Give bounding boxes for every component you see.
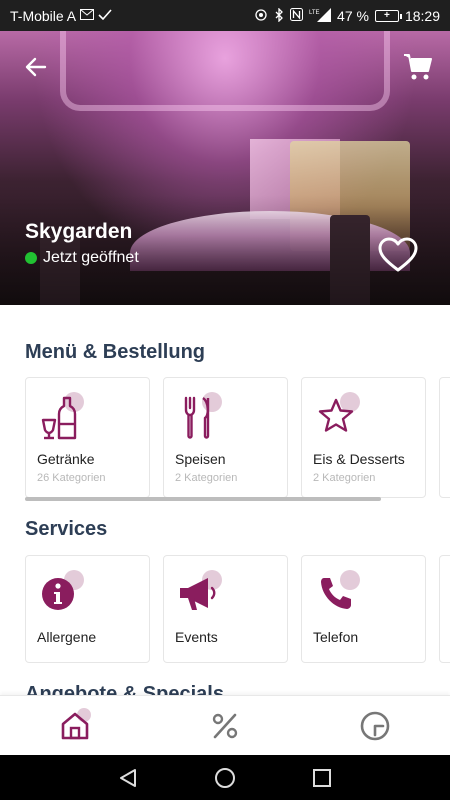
open-status: Jetzt geöffnet xyxy=(25,249,139,267)
battery-percent: 47 % xyxy=(337,7,369,24)
megaphone-icon-wrap xyxy=(178,570,222,614)
open-status-dot xyxy=(25,252,37,264)
system-nav-bar xyxy=(0,755,450,800)
menu-card-label: Speisen xyxy=(175,451,226,467)
hotspot-icon xyxy=(254,8,268,24)
menu-cards-row[interactable]: Getränke 26 Kategorien Speisen 2 Kategor… xyxy=(25,377,450,498)
service-card-label: Telefon xyxy=(313,629,359,645)
service-card-events[interactable]: Events xyxy=(163,555,288,663)
service-card-label: Events xyxy=(175,629,218,645)
heart-icon xyxy=(378,237,418,272)
cutlery-icon-wrap xyxy=(178,392,222,439)
horizontal-scrollbar[interactable] xyxy=(25,497,381,501)
triangle-back-icon xyxy=(120,768,137,787)
nfc-icon xyxy=(290,8,304,23)
battery-icon: + xyxy=(374,9,402,22)
menu-card-desserts[interactable]: Eis & Desserts 2 Kategorien xyxy=(301,377,426,498)
nav-offers[interactable] xyxy=(185,696,265,756)
cart-button[interactable] xyxy=(398,47,438,87)
main-content[interactable]: Menü & Bestellung Getränke 26 Kategorien xyxy=(0,305,450,695)
info-icon-wrap xyxy=(40,570,84,614)
status-bar: T-Mobile A LTE 47 % + 18:29 xyxy=(0,0,450,31)
percent-icon xyxy=(212,713,238,738)
clock-time: 18:29 xyxy=(404,7,440,24)
carrier-label: T-Mobile A xyxy=(10,7,77,24)
nav-history[interactable] xyxy=(335,696,415,756)
star-icon-wrap xyxy=(316,392,360,436)
service-card-phone[interactable]: Telefon xyxy=(301,555,426,663)
menu-card-drinks[interactable]: Getränke 26 Kategorien xyxy=(25,377,150,498)
services-section-title: Services xyxy=(25,518,108,540)
clock-icon xyxy=(360,711,390,740)
menu-card-sub: 2 Kategorien xyxy=(175,472,238,484)
menu-card-label: Eis & Desserts xyxy=(313,451,405,467)
bottom-nav xyxy=(0,695,450,755)
menu-card-food[interactable]: Speisen 2 Kategorien xyxy=(163,377,288,498)
megaphone-icon xyxy=(180,578,216,610)
drinks-icon xyxy=(41,396,77,440)
phone-icon-wrap xyxy=(316,570,360,614)
cutlery-icon xyxy=(184,396,210,439)
menu-card-sub: 2 Kategorien xyxy=(313,472,376,484)
system-back-button[interactable] xyxy=(108,758,148,798)
network-label: LTE xyxy=(309,10,320,16)
service-card-allergens[interactable]: Allergene xyxy=(25,555,150,663)
signal-icon: LTE xyxy=(309,7,332,24)
menu-section-title: Menü & Bestellung xyxy=(25,341,206,363)
drinks-icon-wrap xyxy=(40,392,84,440)
info-icon xyxy=(42,578,74,610)
menu-card-sub: 26 Kategorien xyxy=(37,472,106,484)
system-recents-button[interactable] xyxy=(302,758,342,798)
check-icon xyxy=(98,9,112,22)
services-cards-row[interactable]: Allergene Events Telefon xyxy=(25,555,450,663)
open-status-label: Jetzt geöffnet xyxy=(43,249,139,266)
menu-card-label: Getränke xyxy=(37,451,95,467)
nav-home[interactable] xyxy=(35,696,115,756)
home-icon xyxy=(61,712,89,739)
venue-name: Skygarden xyxy=(25,220,133,243)
back-button[interactable] xyxy=(16,47,56,87)
bluetooth-icon xyxy=(274,6,284,24)
service-card-label: Allergene xyxy=(37,629,97,645)
offers-section-title: Angebote & Specials xyxy=(25,683,224,695)
service-card-partial[interactable] xyxy=(439,555,450,663)
phone-icon xyxy=(321,578,351,609)
square-recents-icon xyxy=(312,768,331,787)
circle-home-icon xyxy=(214,767,235,788)
cart-icon xyxy=(404,54,432,80)
hero-decor-ceiling xyxy=(60,31,390,111)
menu-card-partial[interactable] xyxy=(439,377,450,498)
mail-icon xyxy=(80,9,95,22)
arrow-left-icon xyxy=(25,57,47,77)
star-icon xyxy=(318,398,354,432)
system-home-button[interactable] xyxy=(205,758,245,798)
favorite-button[interactable] xyxy=(374,231,422,279)
venue-hero-image: Skygarden Jetzt geöffnet xyxy=(0,31,450,305)
